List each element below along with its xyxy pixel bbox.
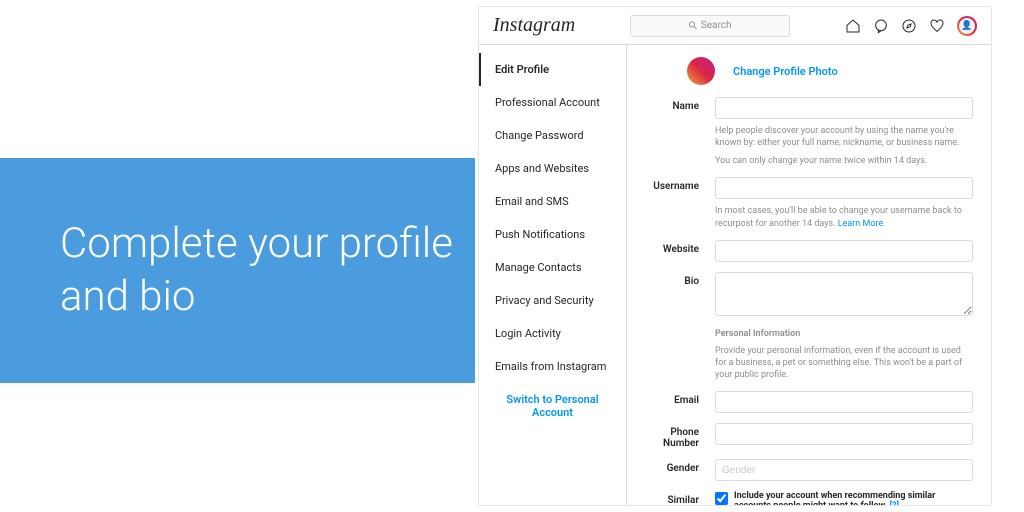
brand-logo[interactable]: Instagram (493, 14, 575, 37)
sidebar-item-push-notifications[interactable]: Push Notifications (479, 218, 626, 251)
messenger-icon[interactable] (873, 18, 889, 34)
sidebar-item-change-password[interactable]: Change Password (479, 119, 626, 152)
name-label: Name (635, 97, 715, 112)
header-nav: 👤 (845, 16, 977, 36)
home-icon[interactable] (845, 18, 861, 34)
phone-label: Phone Number (635, 423, 715, 449)
switch-personal-link[interactable]: Switch to Personal Account (479, 383, 626, 429)
sidebar-item-edit-profile[interactable]: Edit Profile (479, 53, 626, 86)
sidebar-item-apps-websites[interactable]: Apps and Websites (479, 152, 626, 185)
username-label: Username (635, 177, 715, 192)
sidebar-item-emails-instagram[interactable]: Emails from Instagram (479, 350, 626, 383)
personal-info-help: Provide your personal information, even … (715, 345, 973, 381)
profile-photo[interactable] (687, 57, 715, 85)
help-icon[interactable]: [?] (890, 501, 899, 505)
website-label: Website (635, 240, 715, 255)
explore-icon[interactable] (901, 18, 917, 34)
name-help-limit: You can only change your name twice with… (715, 155, 973, 167)
name-help: Help people discover your account by usi… (715, 125, 973, 149)
sidebar-item-login-activity[interactable]: Login Activity (479, 317, 626, 350)
sidebar-item-professional-account[interactable]: Professional Account (479, 86, 626, 119)
suggestions-checkbox[interactable] (715, 492, 728, 505)
sidebar-item-manage-contacts[interactable]: Manage Contacts (479, 251, 626, 284)
settings-sidebar: Edit Profile Professional Account Change… (479, 45, 627, 505)
gender-field[interactable] (715, 459, 973, 481)
suggestions-label: Similar Account Suggestions (635, 491, 715, 505)
name-field[interactable] (715, 97, 973, 119)
sidebar-item-privacy-security[interactable]: Privacy and Security (479, 284, 626, 317)
app-window: Instagram Search 👤 Edit Profile Professi… (478, 6, 992, 506)
username-field[interactable] (715, 177, 973, 199)
email-label: Email (635, 391, 715, 406)
profile-photo-row: Change Profile Photo (635, 57, 973, 85)
edit-profile-form: Change Profile Photo Name Help people di… (627, 45, 991, 505)
bio-label: Bio (635, 272, 715, 287)
email-field[interactable] (715, 391, 973, 413)
bio-field[interactable] (715, 272, 973, 316)
username-help: In most cases, you'll be able to change … (715, 205, 973, 229)
search-input[interactable]: Search (630, 15, 790, 37)
suggestions-checkbox-row[interactable]: Include your account when recommending s… (715, 491, 973, 505)
promo-banner: Complete your profile and bio (0, 158, 475, 383)
app-body: Edit Profile Professional Account Change… (479, 45, 991, 505)
change-photo-button[interactable]: Change Profile Photo (733, 65, 838, 78)
banner-text: Complete your profile and bio (60, 218, 475, 323)
personal-info-head: Personal Information (715, 329, 973, 339)
gender-label: Gender (635, 459, 715, 474)
sidebar-item-email-sms[interactable]: Email and SMS (479, 185, 626, 218)
app-header: Instagram Search 👤 (479, 7, 991, 45)
learn-more-link[interactable]: Learn More (838, 219, 884, 229)
website-field[interactable] (715, 240, 973, 262)
profile-avatar[interactable]: 👤 (957, 16, 977, 36)
heart-icon[interactable] (929, 18, 945, 34)
phone-field[interactable] (715, 423, 973, 445)
